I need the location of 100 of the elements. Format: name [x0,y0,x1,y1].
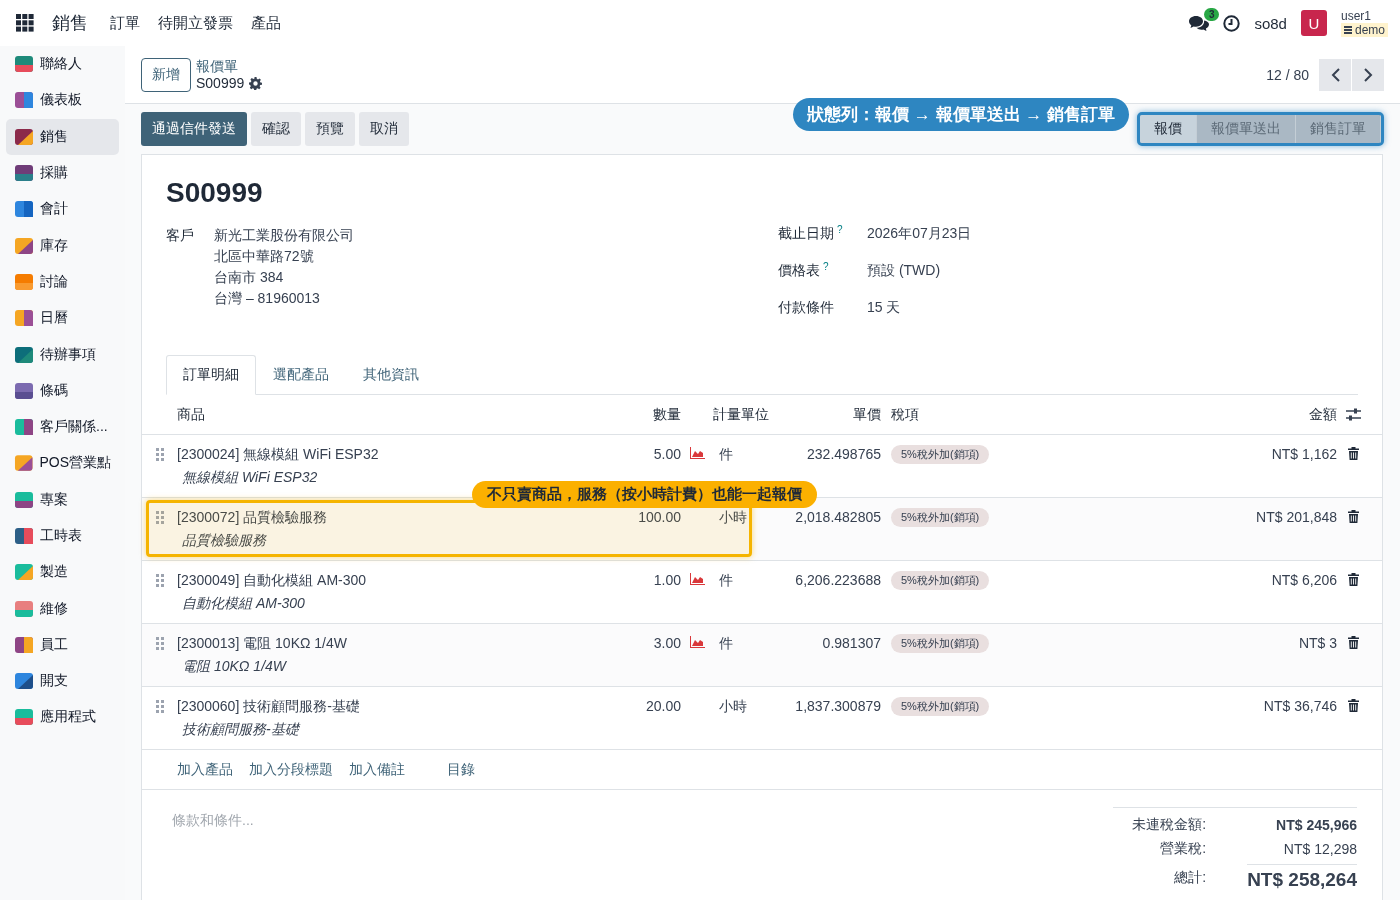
drag-handle-icon[interactable] [155,448,164,461]
product-name[interactable]: [2300024] 無線模組 WiFi ESP32 [177,445,581,463]
sidebar-item[interactable]: 客戶關係... [6,408,119,446]
app-icon [14,526,34,546]
sidebar-item[interactable]: 日曆 [6,300,119,337]
sidebar-item[interactable]: 員工 [6,626,119,664]
forecast-chart-icon[interactable] [689,573,705,586]
sidebar-item[interactable]: 會計 [6,191,119,228]
app-icon [14,634,34,655]
unit-cell-text: 件 [718,445,734,463]
field-label: 客戶 [166,227,194,245]
app-icon [14,598,34,619]
sidebar-label: 客戶關係... [40,418,108,437]
total-value: NT$ 258,264 [1247,864,1357,891]
breadcrumb-link[interactable]: 報價單 [196,57,263,75]
delete-icon[interactable] [1347,573,1359,586]
delete-icon[interactable] [1347,636,1359,649]
tab[interactable]: 訂單明細 [166,355,256,395]
tab[interactable]: 選配產品 [256,355,346,395]
field-value[interactable]: 2026年07月23日 [867,225,1358,243]
product-name[interactable]: [2300013] 電阻 10KΩ 1/4W [177,634,581,652]
help-mark[interactable]: ? [837,225,843,235]
tab[interactable]: 其他資訊 [346,355,436,395]
action-button[interactable]: 預覽 [305,112,355,146]
sidebar-item[interactable]: 開支 [6,663,119,700]
total-label: 總計: [1174,868,1206,887]
sidebar-item[interactable]: 聯絡人 [6,46,119,83]
sidebar-item[interactable]: 儀表板 [6,82,119,119]
sidebar-item[interactable]: 製造 [6,554,119,591]
drag-handle-icon[interactable] [155,700,164,713]
add-link[interactable]: 目錄 [447,760,475,779]
sidebar-item[interactable]: 討論 [6,263,119,301]
column-header: 商品 [177,405,206,424]
clock-icon[interactable] [1223,14,1241,32]
action-button[interactable]: 確認 [251,112,301,146]
amount-cell-text: NT$ 201,848 [1255,508,1337,526]
product-name[interactable]: [2300072] 品質檢驗服務 [177,508,581,526]
new-button[interactable]: 新增 [141,57,191,92]
callout: 不只賣商品，服務（按小時計費）也能一起報價 [472,481,817,508]
quantity-cell-text: 100.00 [637,508,681,526]
address-line: 台灣 – 81960013 [214,289,321,308]
column-header: 計量單位 [713,405,770,424]
chat-icon[interactable] [1189,14,1210,32]
action-button[interactable]: 取消 [359,112,409,146]
sidebar-item[interactable]: 庫存 [6,227,119,264]
delete-icon[interactable] [1347,447,1359,460]
forecast-chart-icon[interactable] [689,636,705,649]
price-cell-text: 6,206.223688 [794,571,881,589]
column-header: 數量 [652,405,681,424]
next-button[interactable] [1352,58,1384,91]
column-header: 金額 [1308,405,1337,424]
drag-handle-icon[interactable] [155,637,164,650]
company-name[interactable]: so8d [1254,14,1287,32]
column-header: 稅項 [890,405,920,424]
field-value[interactable]: 15 天 [867,299,1358,317]
menu-item[interactable]: 產品 [251,13,281,33]
sidebar-label: 聯絡人 [40,55,82,74]
sidebar-item[interactable]: 條碼 [6,372,119,409]
help-mark[interactable]: ? [823,262,829,272]
tax-tag: 5%稅外加(銷項) [891,571,990,590]
apps-menu-icon[interactable] [16,14,34,32]
drag-handle-icon[interactable] [155,511,164,524]
action-button[interactable]: 通過信件發送 [141,112,247,146]
user-avatar[interactable]: U [1300,10,1327,36]
field-label: 截止日期 [778,225,834,243]
add-link[interactable]: 加入分段標題 [249,760,333,779]
app-icon [14,126,34,147]
sidebar-item[interactable]: POS營業點 [6,445,119,482]
sidebar-label: 專案 [40,490,68,509]
menu-item[interactable]: 待開立發票 [158,13,233,33]
sidebar-item[interactable]: 採購 [6,154,119,192]
delete-icon[interactable] [1347,699,1359,712]
add-link[interactable]: 加入產品 [177,760,233,779]
menu-item[interactable]: 訂單 [110,13,140,33]
sidebar-label: 庫存 [40,236,68,255]
sidebar-item[interactable]: 專案 [6,481,119,518]
record-name: S00999 [196,74,245,92]
app-title: 銷售 [52,12,88,35]
status-step[interactable]: 報價 [1140,115,1197,143]
field-value[interactable]: 預設 (TWD) [867,262,1358,280]
sidebar-item[interactable]: 應用程式 [6,699,119,736]
sidebar-item[interactable]: 工時表 [6,517,119,555]
forecast-chart-icon[interactable] [689,447,705,460]
total-label: 未連稅金額: [1132,816,1206,834]
sidebar-item[interactable]: 維修 [6,590,119,627]
gear-icon[interactable] [249,76,263,90]
customer-name[interactable]: 新光工業股份有限公司 [214,225,354,246]
product-name[interactable]: [2300049] 自動化模組 AM-300 [177,571,581,589]
product-name[interactable]: [2300060] 技術顧問服務-基礎 [177,697,581,715]
app-icon [14,163,34,184]
sidebar-item[interactable]: 待辦事項 [6,336,119,373]
previous-button[interactable] [1319,58,1351,91]
total-value: NT$ 245,966 [1276,817,1357,833]
sidebar-item[interactable]: 銷售 [6,118,119,155]
delete-icon[interactable] [1347,510,1359,523]
add-link[interactable]: 加入備註 [349,760,405,779]
column-settings-icon[interactable] [1345,408,1361,421]
drag-handle-icon[interactable] [155,574,164,587]
sidebar-label: 日曆 [40,309,68,328]
amount-cell-text: NT$ 1,162 [1270,445,1337,463]
